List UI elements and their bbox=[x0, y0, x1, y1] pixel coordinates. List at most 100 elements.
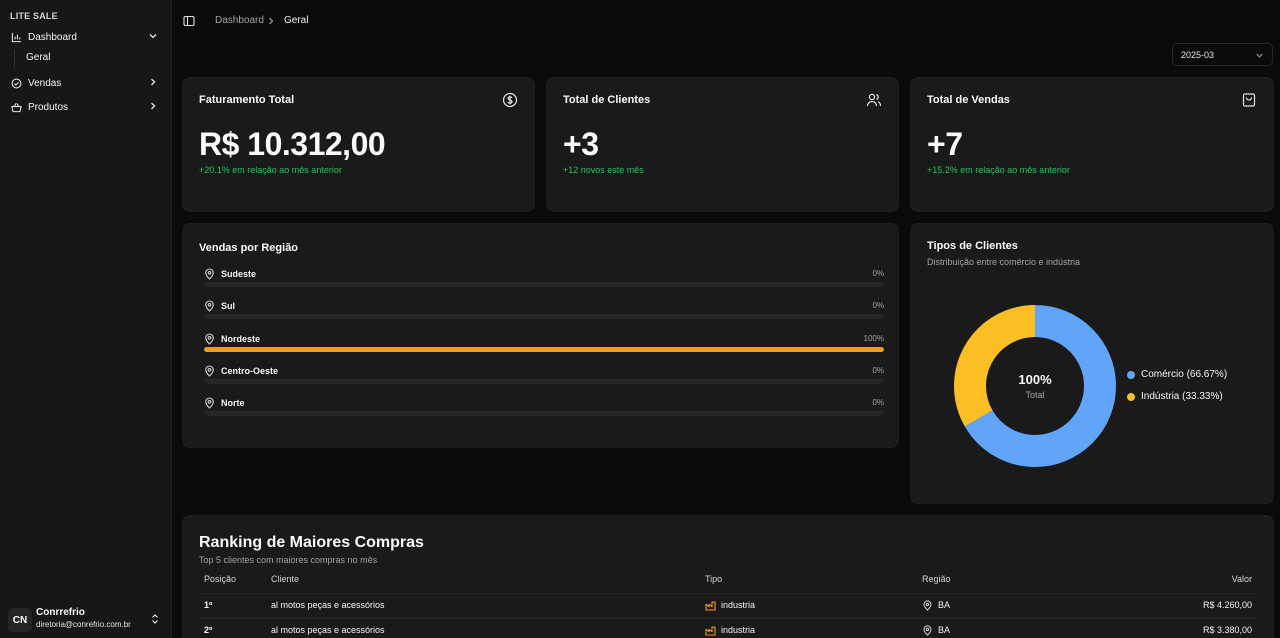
cell-type: industria bbox=[721, 625, 756, 635]
region-name: Centro-Oeste bbox=[221, 366, 279, 376]
legend-item-comercio: Comércio (66.67%) bbox=[1127, 369, 1227, 380]
map-pin-icon bbox=[923, 625, 932, 636]
legend-label: Comércio (66.67%) bbox=[1141, 369, 1228, 380]
region-percent: 0% bbox=[872, 269, 884, 278]
user-email: diretoria@conrefrio.com.br bbox=[36, 620, 131, 629]
region-progress-track bbox=[204, 314, 884, 319]
user-name: Conrrefrio bbox=[36, 607, 85, 618]
donut-center: 100% Total bbox=[1005, 372, 1065, 400]
region-progress-fill bbox=[204, 347, 884, 352]
stat-card-sales: Total de Vendas +7 +15.2% em relação ao … bbox=[910, 77, 1274, 212]
stat-value: +3 bbox=[563, 126, 599, 162]
chevrons-up-down-icon bbox=[152, 614, 158, 624]
legend-dot bbox=[1127, 370, 1135, 379]
month-select-value: 2025-03 bbox=[1181, 49, 1215, 60]
cell-type: industria bbox=[721, 600, 756, 610]
ranking-card: Ranking de Maiores Compras Top 5 cliente… bbox=[182, 515, 1274, 638]
sidebar: LITE SALE Dashboard Geral Vendas Produto… bbox=[0, 0, 172, 638]
avatar: CN bbox=[8, 608, 32, 632]
region-progress-track bbox=[204, 379, 884, 384]
stat-value: R$ 10.312,00 bbox=[199, 126, 386, 162]
column-header-position: Posição bbox=[204, 574, 237, 584]
month-select[interactable]: 2025-03 bbox=[1172, 43, 1273, 66]
map-pin-icon bbox=[205, 365, 214, 377]
column-header-type: Tipo bbox=[705, 574, 723, 584]
map-pin-icon bbox=[923, 600, 932, 611]
shopping-bag-icon bbox=[1242, 93, 1256, 107]
divider bbox=[199, 618, 1256, 619]
stat-change: +15.2% em relação ao mês anterior bbox=[927, 165, 1070, 175]
brand-label: LITE SALE bbox=[10, 11, 58, 21]
stat-value: +7 bbox=[927, 126, 963, 162]
sidebar-item-produtos[interactable]: Produtos bbox=[4, 96, 166, 118]
ranking-subtitle: Top 5 clientes com maiores compras no mê… bbox=[199, 555, 378, 565]
region-percent: 0% bbox=[872, 301, 884, 310]
ranking-title: Ranking de Maiores Compras bbox=[199, 534, 424, 551]
sidebar-subitem-geral[interactable]: Geral bbox=[26, 52, 50, 63]
regions-title: Vendas por Região bbox=[199, 242, 299, 254]
breadcrumb-current: Geral bbox=[284, 15, 309, 26]
region-percent: 0% bbox=[872, 366, 884, 375]
dollar-circle-icon bbox=[502, 92, 518, 108]
region-percent: 100% bbox=[863, 334, 884, 343]
client-types-card: Tipos de Clientes Distribuição entre com… bbox=[910, 223, 1274, 504]
regions-card: Vendas por Região Sudeste 0% Sul 0% Nordeste… bbox=[182, 223, 899, 448]
region-name: Nordeste bbox=[221, 334, 261, 344]
sidebar-item-dashboard[interactable]: Dashboard bbox=[4, 26, 166, 48]
donut-center-label: Total bbox=[1025, 390, 1045, 400]
region-percent: 0% bbox=[872, 398, 884, 407]
map-pin-icon bbox=[205, 397, 214, 409]
donut-center-value: 100% bbox=[1018, 372, 1052, 387]
sidebar-item-vendas[interactable]: Vendas bbox=[4, 72, 166, 94]
stat-title: Faturamento Total bbox=[199, 94, 295, 106]
region-name: Sul bbox=[221, 301, 236, 311]
stat-card-clients: Total de Clientes +3 +12 novos este mês bbox=[546, 77, 899, 212]
factory-icon bbox=[705, 601, 716, 611]
cell-client: al motos peças e acessórios bbox=[271, 625, 385, 635]
region-row: Nordeste 100% bbox=[204, 333, 884, 355]
subnav-line bbox=[14, 50, 15, 68]
cell-client: al motos peças e acessórios bbox=[271, 600, 385, 610]
stat-change: +12 novos este mês bbox=[563, 165, 644, 175]
stat-title: Total de Clientes bbox=[563, 94, 651, 106]
chevron-down-icon bbox=[1256, 53, 1263, 58]
cell-value: R$ 4.260,00 bbox=[1202, 600, 1252, 610]
divider bbox=[199, 593, 1256, 594]
map-pin-icon bbox=[205, 300, 214, 312]
stat-title: Total de Vendas bbox=[927, 94, 1010, 106]
legend-label: Indústria (33.33%) bbox=[1141, 391, 1223, 402]
region-progress-track bbox=[204, 411, 884, 416]
cell-region: BA bbox=[938, 600, 951, 610]
region-row: Sul 0% bbox=[204, 300, 884, 322]
region-progress-track bbox=[204, 282, 884, 287]
region-progress-track bbox=[204, 347, 884, 352]
sidebar-item-label: Vendas bbox=[28, 77, 62, 89]
chevron-down-icon bbox=[149, 34, 157, 39]
sidebar-item-label: Produtos bbox=[28, 101, 69, 113]
map-pin-icon bbox=[205, 333, 214, 345]
breadcrumb-separator-icon bbox=[269, 17, 274, 25]
region-row: Centro-Oeste 0% bbox=[204, 365, 884, 387]
region-row: Norte 0% bbox=[204, 397, 884, 419]
cell-position: 1º bbox=[204, 600, 213, 610]
stat-change: +20.1% em relação ao mês anterior bbox=[199, 165, 342, 175]
chevron-right-icon bbox=[151, 102, 156, 110]
column-header-client: Cliente bbox=[271, 574, 300, 584]
check-circle-icon bbox=[10, 77, 22, 89]
legend-dot bbox=[1127, 392, 1135, 401]
region-name: Norte bbox=[221, 398, 245, 408]
column-header-value: Valor bbox=[1231, 574, 1252, 584]
map-pin-icon bbox=[205, 268, 214, 280]
sidebar-toggle-icon[interactable] bbox=[183, 15, 195, 27]
cell-region: BA bbox=[938, 625, 951, 635]
user-menu[interactable]: CN Conrrefrio diretoria@conrefrio.com.br bbox=[8, 605, 164, 633]
factory-icon bbox=[705, 626, 716, 636]
region-row: Sudeste 0% bbox=[204, 268, 884, 290]
breadcrumb-dashboard[interactable]: Dashboard bbox=[215, 15, 264, 26]
client-types-title: Tipos de Clientes bbox=[927, 240, 1018, 252]
client-types-subtitle: Distribuição entre comércio e indústria bbox=[927, 257, 1081, 267]
cell-value: R$ 3.380,00 bbox=[1202, 625, 1252, 635]
column-header-region: Região bbox=[922, 574, 951, 584]
legend-item-industria: Indústria (33.33%) bbox=[1127, 391, 1223, 402]
stat-card-revenue: Faturamento Total R$ 10.312,00 +20.1% em… bbox=[182, 77, 535, 212]
